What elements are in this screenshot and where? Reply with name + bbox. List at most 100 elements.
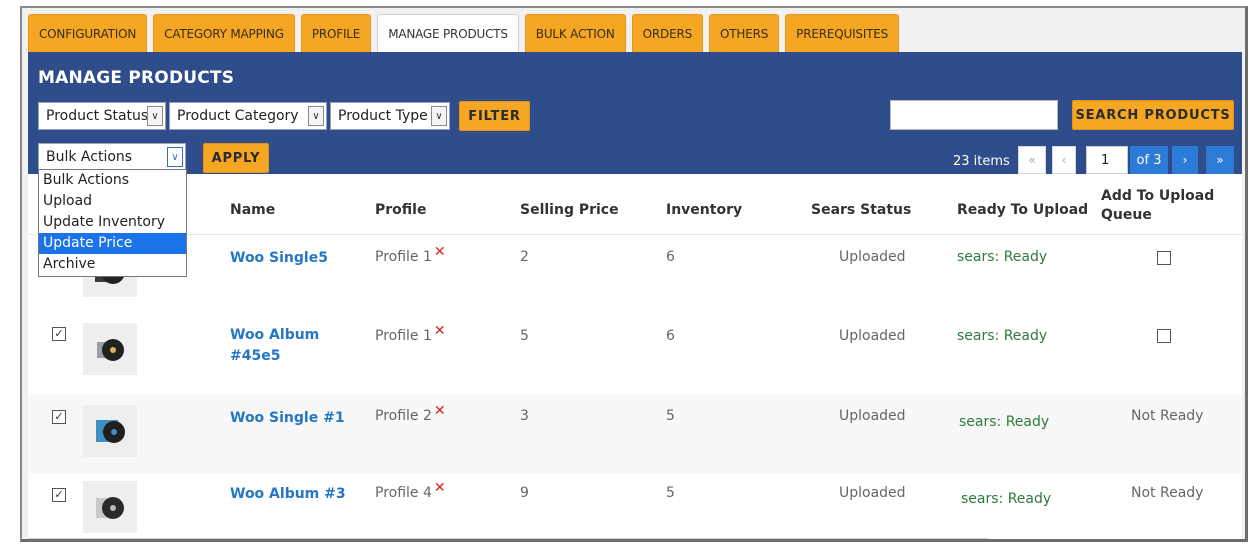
queue-checkbox[interactable] — [1157, 251, 1171, 265]
table-row: ✓ Woo Album #3 Profile 4 ✕ 9 5 Uploaded s… — [28, 473, 1242, 539]
inventory-cell: 6 — [666, 328, 675, 344]
tab-others[interactable]: OTHERS — [709, 14, 780, 52]
horizontal-scrollbar[interactable] — [28, 538, 988, 539]
profile-cell: Profile 2 ✕ — [375, 403, 446, 424]
ready-status-cell: sears: Ready — [961, 491, 1052, 507]
tab-profile[interactable]: PROFILE — [300, 14, 372, 52]
header-profile: Profile — [375, 202, 427, 218]
chevron-down-icon: ∨ — [167, 147, 183, 167]
chevron-down-icon: ∨ — [147, 106, 163, 126]
bulk-option-bulk-actions[interactable]: Bulk Actions — [39, 170, 186, 191]
header-name: Name — [230, 202, 276, 218]
sears-status-cell: Uploaded — [839, 408, 906, 424]
header-queue-line2: Queue — [1101, 207, 1152, 223]
ready-status-cell: sears: Ready — [959, 414, 1050, 430]
row-select-checkbox[interactable]: ✓ — [52, 410, 66, 424]
product-name-line1: Woo Album — [230, 327, 320, 343]
profile-name: Profile 2 — [375, 408, 432, 424]
current-page-input[interactable]: 1 — [1086, 146, 1128, 174]
remove-profile-icon[interactable]: ✕ — [434, 480, 446, 496]
inventory-cell: 6 — [666, 249, 675, 265]
tab-prerequisites[interactable]: PREREQUISITES — [785, 14, 900, 52]
tab-orders[interactable]: ORDERS — [631, 14, 704, 52]
product-category-select[interactable]: Product Category ∨ — [169, 102, 327, 130]
filter-button[interactable]: FILTER — [459, 101, 530, 131]
header-queue-line1: Add To Upload — [1101, 188, 1215, 204]
vinyl-record-icon — [97, 339, 124, 361]
apply-button[interactable]: APPLY — [203, 143, 269, 173]
header-ready-to-upload: Ready To Upload — [957, 202, 1089, 218]
remove-profile-icon[interactable]: ✕ — [434, 403, 446, 419]
prev-page-button[interactable]: ‹ — [1052, 146, 1076, 174]
sears-status-cell: Uploaded — [839, 249, 906, 265]
product-name-link[interactable]: Woo Album #45e5 — [230, 325, 319, 367]
bulk-option-upload[interactable]: Upload — [39, 191, 186, 212]
plugin-frame: CONFIGURATION CATEGORY MAPPING PROFILE M… — [20, 6, 1248, 542]
selling-price-cell: 3 — [520, 408, 529, 424]
tab-bulk-action[interactable]: BULK ACTION — [524, 14, 626, 52]
product-status-select[interactable]: Product Status ∨ — [38, 102, 166, 130]
header-add-to-upload-queue: Add To Upload Queue — [1101, 188, 1214, 223]
table-row: ✓ Woo Single #1 Profile 2 ✕ 3 5 Uploaded … — [28, 395, 1242, 473]
product-name-line2: #45e5 — [230, 348, 281, 364]
search-products-button[interactable]: SEARCH PRODUCTS — [1072, 100, 1234, 130]
ready-status-cell: sears: Ready — [957, 249, 1048, 265]
ready-status-cell: sears: Ready — [957, 328, 1048, 344]
bulk-option-update-inventory[interactable]: Update Inventory — [39, 212, 186, 233]
chevron-down-icon: ∨ — [308, 106, 324, 126]
tab-manage-products[interactable]: MANAGE PRODUCTS — [377, 14, 519, 52]
header-inventory: Inventory — [666, 202, 743, 218]
profile-cell: Profile 1 ✕ — [375, 244, 446, 265]
table-row: ✓ Woo Album #45e5 Profile 1 ✕ 5 6 Uploade… — [28, 315, 1242, 395]
products-table: Name Profile Selling Price Inventory Sea… — [28, 174, 1242, 539]
selling-price-cell: 5 — [520, 328, 529, 344]
table-row: Woo Single5 Profile 1 ✕ 2 6 Uploaded sear… — [28, 235, 1242, 315]
product-name-link[interactable]: Woo Album #3 — [230, 484, 346, 505]
product-category-label: Product Category — [177, 108, 299, 124]
queue-status-cell: Not Ready — [1131, 408, 1204, 424]
tab-category-mapping[interactable]: CATEGORY MAPPING — [153, 14, 295, 52]
row-select-checkbox[interactable]: ✓ — [52, 327, 66, 341]
product-thumbnail — [83, 481, 137, 533]
next-page-button[interactable]: › — [1172, 146, 1198, 174]
row-select-checkbox[interactable]: ✓ — [52, 488, 66, 502]
product-thumbnail — [83, 405, 137, 457]
vinyl-record-icon — [96, 420, 125, 443]
selling-price-cell: 2 — [520, 249, 529, 265]
selling-price-cell: 9 — [520, 485, 529, 501]
chevron-down-icon: ∨ — [431, 106, 447, 126]
sears-status-cell: Uploaded — [839, 328, 906, 344]
bulk-actions-select[interactable]: Bulk Actions ∨ — [38, 143, 186, 171]
profile-cell: Profile 4 ✕ — [375, 480, 446, 501]
remove-profile-icon[interactable]: ✕ — [434, 244, 446, 260]
profile-name: Profile 1 — [375, 249, 432, 265]
remove-profile-icon[interactable]: ✕ — [434, 323, 446, 339]
product-type-label: Product Type — [338, 108, 428, 124]
queue-status-cell: Not Ready — [1131, 485, 1204, 501]
bulk-actions-dropdown: Bulk Actions Upload Update Inventory Upd… — [38, 169, 187, 277]
tab-configuration[interactable]: CONFIGURATION — [28, 14, 148, 52]
first-page-button[interactable]: « — [1018, 146, 1046, 174]
product-name-link[interactable]: Woo Single #1 — [230, 408, 345, 429]
tab-bar: CONFIGURATION CATEGORY MAPPING PROFILE M… — [28, 14, 900, 52]
product-thumbnail — [83, 323, 137, 375]
profile-name: Profile 4 — [375, 485, 432, 501]
queue-checkbox[interactable] — [1157, 329, 1171, 343]
header-sears-status: Sears Status — [811, 202, 912, 218]
profile-name: Profile 1 — [375, 328, 432, 344]
inventory-cell: 5 — [666, 485, 675, 501]
last-page-button[interactable]: » — [1206, 146, 1234, 174]
header-selling-price: Selling Price — [520, 202, 619, 218]
bulk-option-archive[interactable]: Archive — [39, 254, 186, 275]
search-input[interactable] — [890, 100, 1058, 130]
page-title: MANAGE PRODUCTS — [38, 68, 235, 88]
items-count: 23 items — [953, 154, 1010, 169]
profile-cell: Profile 1 ✕ — [375, 323, 446, 344]
bulk-option-update-price[interactable]: Update Price — [39, 233, 186, 254]
inventory-cell: 5 — [666, 408, 675, 424]
bulk-actions-label: Bulk Actions — [46, 149, 133, 165]
sears-status-cell: Uploaded — [839, 485, 906, 501]
product-name-link[interactable]: Woo Single5 — [230, 248, 328, 269]
page-total: of 3 — [1130, 146, 1168, 174]
product-type-select[interactable]: Product Type ∨ — [330, 102, 450, 130]
